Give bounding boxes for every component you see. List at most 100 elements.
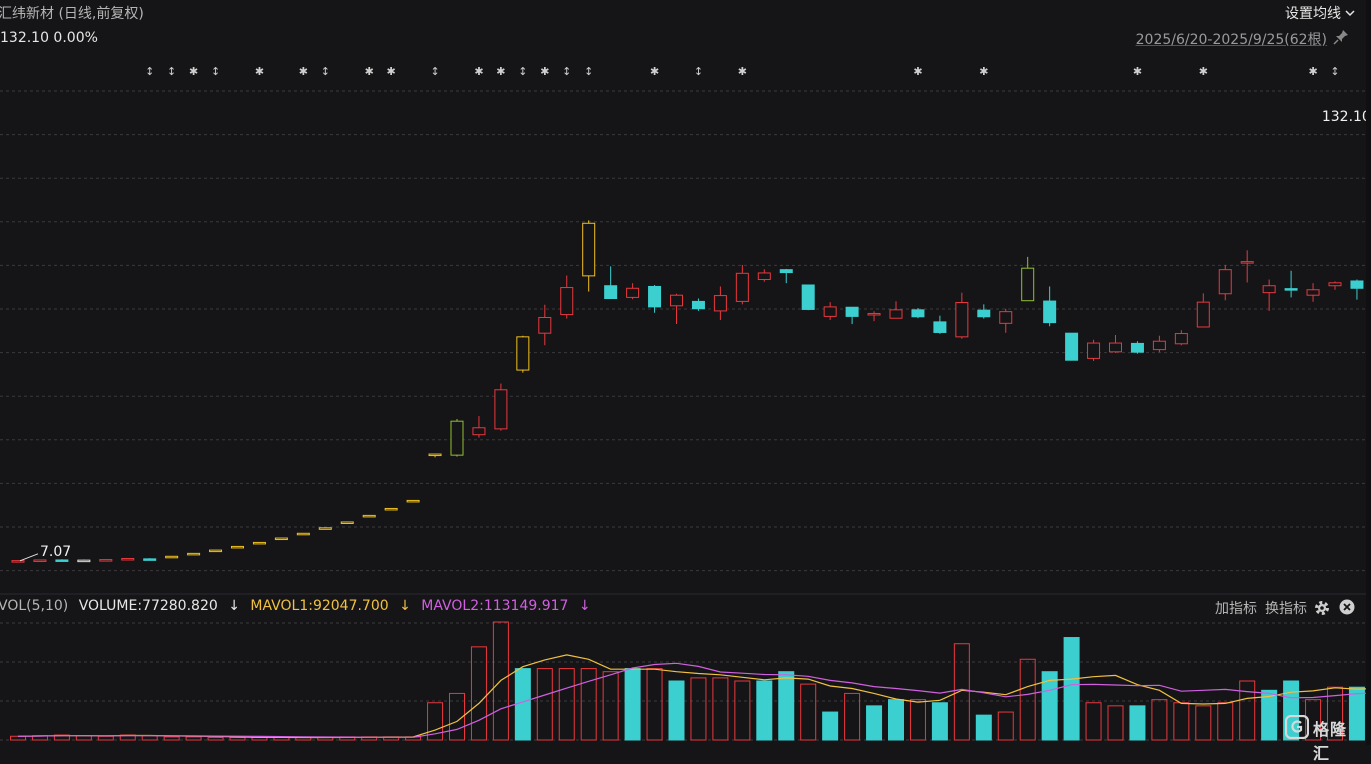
candle-body	[252, 541, 266, 545]
event-marker: ✱	[189, 65, 198, 78]
volume-bar	[10, 735, 26, 741]
candle-body	[231, 545, 244, 549]
event-marker: ✱	[1199, 65, 1208, 78]
volume-bar	[646, 668, 663, 741]
candle-body	[560, 287, 574, 316]
candle-body	[582, 222, 596, 277]
volume-bar	[1085, 702, 1102, 741]
mavol1-value: MAVOL1:92047.700	[250, 598, 389, 614]
volume-bar	[1129, 705, 1146, 741]
pin-icon[interactable]	[1333, 29, 1349, 45]
volume-bar	[734, 680, 751, 741]
volume-bar	[1019, 658, 1036, 741]
gear-icon[interactable]	[1313, 599, 1331, 617]
volume-bar	[778, 671, 795, 741]
candle-body	[933, 321, 947, 333]
event-marker: ✱	[650, 65, 659, 78]
event-marker: ✱	[299, 65, 308, 78]
event-marker: ↕	[1330, 65, 1339, 78]
candle-body	[450, 420, 464, 456]
event-marker: ✱	[738, 65, 747, 78]
candle-body	[99, 559, 113, 562]
volume-title: VOL(5,10)	[0, 598, 69, 614]
volume-bar	[624, 668, 641, 741]
event-marker: ✱	[913, 65, 922, 78]
volume-value: VOLUME:77280.820	[78, 598, 218, 614]
volume-bar	[1261, 689, 1278, 741]
volume-bar	[514, 668, 531, 741]
volume-bar	[558, 668, 575, 741]
candle-body	[1350, 280, 1364, 289]
volume-bar	[931, 702, 948, 741]
event-marker: ✱	[540, 65, 549, 78]
event-marker: ✱	[979, 65, 988, 78]
watermark: 格隆汇	[1285, 714, 1363, 763]
event-marker: ↕	[694, 65, 703, 78]
candle-body	[55, 559, 69, 562]
candle-body	[801, 284, 815, 310]
candle-body	[1065, 332, 1079, 361]
candle-body	[472, 427, 486, 436]
candle-body	[779, 269, 793, 274]
candle-body	[187, 552, 201, 556]
volume-bar	[1107, 705, 1124, 741]
event-marker: ✱	[255, 65, 264, 78]
down-arrow-icon: ↓	[399, 598, 411, 614]
volume-bar	[712, 677, 729, 741]
candle-body	[296, 532, 310, 536]
candle-body	[1109, 342, 1122, 353]
settings-ma-button[interactable]: 设置均线	[1285, 3, 1341, 23]
event-marker: ✱	[387, 65, 396, 78]
candle-body	[165, 555, 179, 559]
candle-body	[1196, 301, 1210, 328]
volume-bar	[1063, 637, 1080, 741]
candle-body	[1240, 261, 1254, 264]
candle-body	[538, 316, 552, 334]
last-price-change: 132.10 0.00%	[0, 30, 98, 46]
volume-bar	[536, 668, 553, 741]
event-marker: ↕	[321, 65, 330, 78]
mavol1-line	[17, 654, 1366, 739]
volume-bar	[822, 711, 839, 741]
candle-body	[121, 557, 135, 561]
candle-body	[143, 558, 157, 561]
mavol2-value: MAVOL2:113149.917	[421, 598, 569, 614]
gelonghui-logo-icon	[1285, 715, 1309, 739]
candle-body	[845, 306, 859, 317]
candle-body	[1087, 342, 1101, 359]
volume-bar	[207, 737, 224, 741]
event-marker: ↕	[167, 65, 176, 78]
volume-bar	[163, 736, 180, 741]
event-marker: ↕	[211, 65, 220, 78]
candle-body	[384, 507, 398, 511]
candle-body	[11, 560, 25, 563]
close-icon[interactable]	[1339, 599, 1355, 615]
candle-body	[1130, 342, 1144, 353]
candle-body	[1306, 289, 1320, 296]
candle-body	[977, 309, 991, 318]
event-marker: ✱	[1133, 65, 1142, 78]
right-border	[1366, 0, 1371, 745]
event-marker: ✱	[1308, 65, 1317, 78]
volume-bar	[997, 711, 1014, 741]
candle-body	[604, 285, 618, 300]
chevron-down-icon[interactable]	[1345, 8, 1355, 18]
high-price-label: 132.10	[1322, 109, 1366, 125]
low-price-label: 7.07	[40, 544, 71, 560]
switch-indicator-button[interactable]: 换指标	[1265, 598, 1307, 618]
candle-body	[428, 453, 442, 457]
candle-body	[1152, 340, 1166, 351]
volume-bar	[690, 677, 707, 741]
candle-body	[955, 302, 969, 338]
candlestick-chart[interactable]: ↕ ↕ ✱ ↕ ✱ ✱ ↕ ✱ ✱ ↕ ✱ ✱ ↕ ✱ ↕ ↕ ✱ ↕ ✱ ✱ ✱ ✱ ✱ ✱ ↕ 7.07 132.10	[0, 0, 1366, 745]
add-indicator-button[interactable]: 加指标	[1215, 598, 1257, 618]
event-marker: ↕	[518, 65, 527, 78]
candle-body	[1328, 282, 1342, 287]
candle-body	[340, 521, 354, 524]
stock-title: 汇纬新材 (日线,前复权)	[0, 6, 144, 22]
date-range-label[interactable]: 2025/6/20-2025/9/25(62根)	[1136, 29, 1327, 49]
candle-body	[77, 559, 91, 563]
candle-body	[1262, 285, 1276, 294]
mavol2-line	[17, 662, 1366, 738]
volume-bar	[1151, 699, 1168, 741]
